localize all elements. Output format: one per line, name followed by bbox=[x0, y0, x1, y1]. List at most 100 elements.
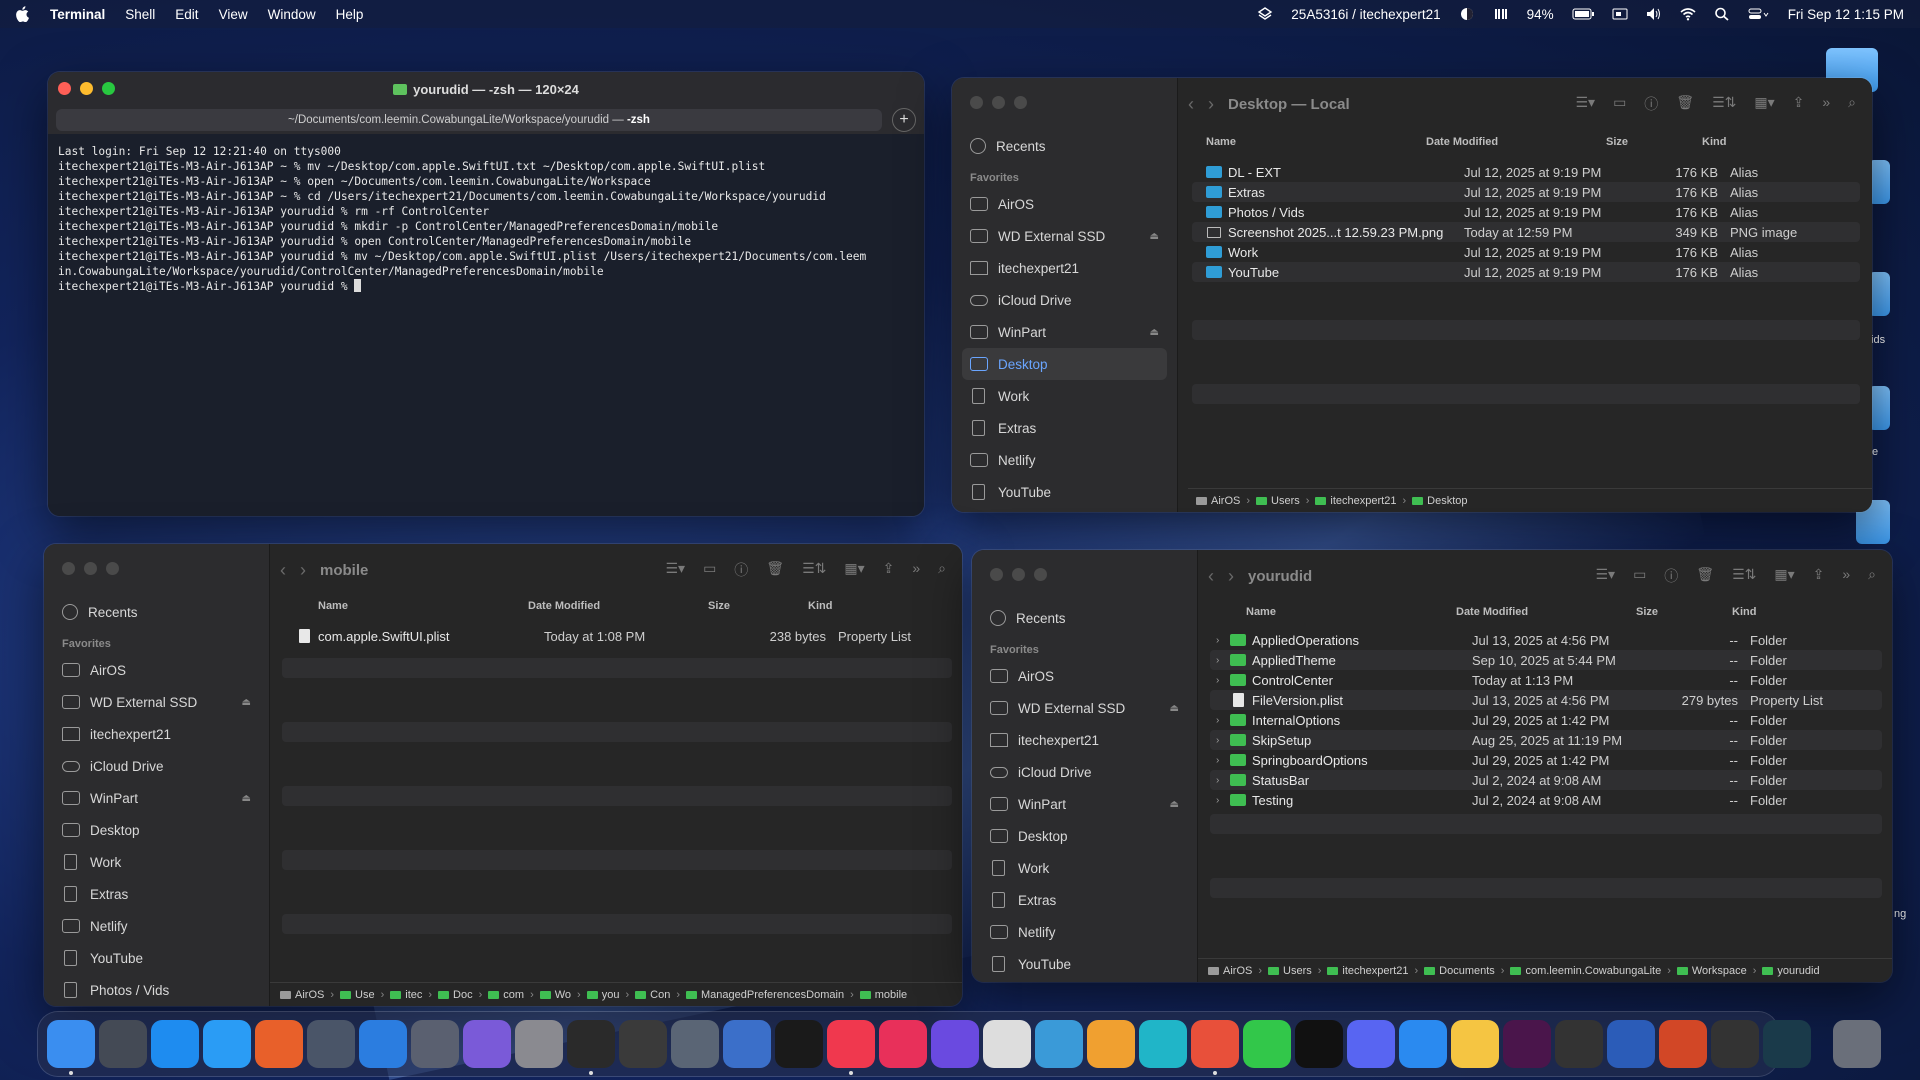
podcast-icon[interactable] bbox=[879, 1020, 927, 1068]
disclosure-icon[interactable]: › bbox=[1216, 635, 1226, 646]
sidebar-item-recents[interactable]: Recents bbox=[44, 596, 269, 628]
path-segment[interactable]: Doc bbox=[438, 989, 473, 1001]
control-center-icon[interactable] bbox=[1748, 7, 1770, 21]
sidebar-item-wd-external-ssd[interactable]: WD External SSD ⏏ bbox=[952, 220, 1177, 252]
user-label[interactable]: 25A5316i / itechexpert21 bbox=[1291, 7, 1440, 22]
activity-monitor-icon[interactable] bbox=[1711, 1020, 1759, 1068]
path-segment[interactable]: AirOS bbox=[1196, 495, 1240, 507]
spotlight-icon[interactable] bbox=[1714, 7, 1730, 21]
menu-window[interactable]: Window bbox=[268, 7, 316, 22]
terminal-icon[interactable] bbox=[567, 1020, 615, 1075]
terminal-window[interactable]: yourudid — -zsh — 120×24 ~/Documents/com… bbox=[48, 72, 924, 516]
path-segment[interactable]: Use bbox=[340, 989, 375, 1001]
capture-icon[interactable] bbox=[1035, 1020, 1083, 1068]
grid-view-icon[interactable]: ▦▾ bbox=[1774, 566, 1794, 586]
table-row[interactable]: › InternalOptions Jul 29, 2025 at 1:42 PM -… bbox=[1210, 710, 1882, 730]
notes-icon[interactable] bbox=[1451, 1020, 1499, 1068]
sidebar-item-youtube[interactable]: YouTube bbox=[972, 948, 1197, 980]
clapper-icon[interactable] bbox=[983, 1020, 1031, 1068]
eject-icon[interactable]: ⏏ bbox=[242, 697, 251, 708]
sidebar-item-winpart[interactable]: WinPart ⏏ bbox=[952, 316, 1177, 348]
new-folder-icon[interactable]: ▭ bbox=[703, 560, 716, 580]
back-icon[interactable]: ‹ bbox=[1188, 94, 1194, 115]
list-view-icon[interactable]: ☰⇅ bbox=[802, 560, 826, 580]
column-date[interactable]: Date Modified bbox=[1426, 136, 1606, 148]
back-icon[interactable]: ‹ bbox=[1208, 566, 1214, 587]
chatgpt-icon[interactable] bbox=[463, 1020, 511, 1068]
sidebar-item-netlify[interactable]: Netlify bbox=[44, 910, 269, 942]
battery-icon[interactable] bbox=[1572, 7, 1594, 21]
path-segment[interactable]: mobile bbox=[859, 989, 907, 1001]
close-button[interactable] bbox=[58, 82, 71, 95]
sidebar-item-recents[interactable]: Recents bbox=[952, 130, 1177, 162]
app-store-icon[interactable] bbox=[151, 1020, 199, 1068]
close-button[interactable] bbox=[970, 96, 983, 109]
apple-tv-icon[interactable] bbox=[775, 1020, 823, 1068]
sidebar-item-extras[interactable]: Extras bbox=[972, 884, 1197, 916]
disclosure-icon[interactable]: › bbox=[1216, 795, 1226, 806]
new-folder-icon[interactable]: ▭ bbox=[1633, 566, 1646, 586]
sidebar-item-home[interactable]: itechexpert21 bbox=[952, 252, 1177, 284]
table-row[interactable]: DL - EXT Jul 12, 2025 at 9:19 PM 176 KB Ali… bbox=[1192, 162, 1860, 182]
menu-help[interactable]: Help bbox=[336, 7, 364, 22]
trash-icon[interactable] bbox=[1833, 1020, 1881, 1068]
sidebar-item-work[interactable]: Work bbox=[44, 846, 269, 878]
group-icon[interactable]: ☰▾ bbox=[1575, 94, 1595, 114]
trash-icon[interactable]: 🗑 bbox=[1676, 94, 1694, 114]
zoom-button[interactable] bbox=[102, 82, 115, 95]
eject-icon[interactable]: ⏏ bbox=[1170, 799, 1179, 810]
path-segment[interactable]: yourudid bbox=[1762, 965, 1820, 977]
path-segment[interactable]: Users bbox=[1256, 495, 1300, 507]
table-row[interactable]: com.apple.SwiftUI.plist Today at 1:08 PM 2… bbox=[282, 626, 952, 646]
finder-icon[interactable] bbox=[47, 1020, 95, 1075]
group-icon[interactable]: ☰▾ bbox=[665, 560, 685, 580]
disclosure-icon[interactable]: › bbox=[1216, 675, 1226, 686]
sidebar-item-wd-external-ssd[interactable]: WD External SSD ⏏ bbox=[44, 686, 269, 718]
forward-icon[interactable]: › bbox=[1228, 566, 1234, 587]
table-row[interactable]: Photos / Vids Jul 12, 2025 at 9:19 PM 176 … bbox=[1192, 202, 1860, 222]
photos-icon[interactable] bbox=[1087, 1020, 1135, 1068]
wifi-icon[interactable] bbox=[1680, 7, 1696, 21]
column-size[interactable]: Size bbox=[708, 600, 808, 612]
close-button[interactable] bbox=[990, 568, 1003, 581]
path-segment[interactable]: Workspace bbox=[1676, 965, 1747, 977]
eject-icon[interactable]: ⏏ bbox=[1150, 231, 1159, 242]
iphone-mirroring-icon[interactable] bbox=[411, 1020, 459, 1068]
search-icon[interactable]: ⌕ bbox=[1868, 566, 1876, 586]
sidebar-item-recents[interactable]: Recents bbox=[972, 602, 1197, 634]
table-row[interactable]: › SpringboardOptions Jul 29, 2025 at 1:42 … bbox=[1210, 750, 1882, 770]
eject-icon[interactable]: ⏏ bbox=[242, 793, 251, 804]
close-button[interactable] bbox=[62, 562, 75, 575]
forward-icon[interactable]: › bbox=[300, 560, 306, 581]
share-icon[interactable]: ⇪ bbox=[883, 560, 895, 580]
shortcuts-icon[interactable] bbox=[931, 1020, 979, 1068]
safari-icon[interactable] bbox=[203, 1020, 251, 1068]
column-date[interactable]: Date Modified bbox=[528, 600, 708, 612]
eject-icon[interactable]: ⏏ bbox=[1170, 703, 1179, 714]
column-kind[interactable]: Kind bbox=[1732, 606, 1852, 618]
info-icon[interactable]: ⓘ bbox=[1644, 94, 1658, 114]
zoom-button[interactable] bbox=[106, 562, 119, 575]
ai-app-icon[interactable] bbox=[1763, 1020, 1811, 1068]
sidebar-item-airos[interactable]: AirOS bbox=[44, 654, 269, 686]
gamepad-icon[interactable] bbox=[1493, 7, 1509, 21]
sidebar-item-extras[interactable]: Extras bbox=[44, 878, 269, 910]
battery-percent[interactable]: 94% bbox=[1527, 7, 1554, 22]
menu-edit[interactable]: Edit bbox=[175, 7, 198, 22]
menu-view[interactable]: View bbox=[219, 7, 248, 22]
sidebar-item-photos-vids[interactable]: Photos / Vids bbox=[44, 974, 269, 1006]
mirror-icon[interactable] bbox=[1191, 1020, 1239, 1075]
sidebar-item-winpart[interactable]: WinPart ⏏ bbox=[972, 788, 1197, 820]
column-name[interactable]: Name bbox=[288, 600, 528, 612]
table-row[interactable]: Work Jul 12, 2025 at 9:19 PM 176 KB Alias bbox=[1192, 242, 1860, 262]
more-icon[interactable]: » bbox=[912, 560, 920, 580]
search-icon[interactable]: ⌕ bbox=[938, 560, 946, 580]
sidebar-item-home[interactable]: itechexpert21 bbox=[44, 718, 269, 750]
testflight-icon[interactable] bbox=[1399, 1020, 1447, 1068]
table-row[interactable]: › AppliedTheme Sep 10, 2025 at 5:44 PM -- Fo… bbox=[1210, 650, 1882, 670]
sidebar-item-airos[interactable]: AirOS bbox=[952, 188, 1177, 220]
info-icon[interactable]: ⓘ bbox=[1664, 566, 1678, 586]
path-segment[interactable]: AirOS bbox=[1208, 965, 1252, 977]
menu-shell[interactable]: Shell bbox=[125, 7, 155, 22]
table-row[interactable]: › AppliedOperations Jul 13, 2025 at 4:56 P… bbox=[1210, 630, 1882, 650]
